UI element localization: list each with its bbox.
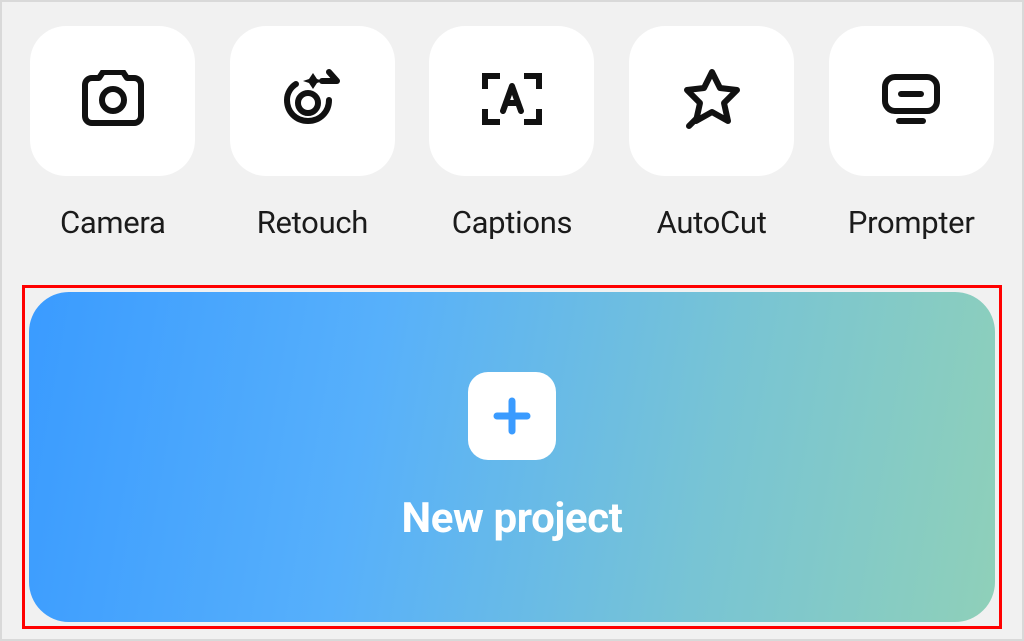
captions-icon <box>479 70 545 132</box>
plus-icon <box>468 372 556 460</box>
tool-captions[interactable]: Captions <box>421 26 603 241</box>
tool-label: Camera <box>60 204 166 241</box>
tool-label: AutoCut <box>657 204 767 241</box>
tool-camera[interactable]: Camera <box>22 26 204 241</box>
prompter-icon <box>879 71 943 131</box>
new-project-button[interactable]: New project <box>29 292 995 622</box>
new-project-label: New project <box>402 494 623 543</box>
tool-tile <box>629 26 794 176</box>
autocut-icon <box>679 66 745 136</box>
camera-icon <box>78 70 148 132</box>
tool-tile <box>230 26 395 176</box>
retouch-icon <box>277 67 347 135</box>
tool-prompter[interactable]: Prompter <box>820 26 1002 241</box>
tool-label: Prompter <box>848 204 975 241</box>
tool-autocut[interactable]: AutoCut <box>621 26 803 241</box>
tool-toolbar: Camera Retouch <box>22 26 1002 241</box>
tool-tile <box>30 26 195 176</box>
new-project-highlight: New project <box>22 285 1002 629</box>
tool-tile <box>429 26 594 176</box>
tool-label: Retouch <box>257 204 368 241</box>
tool-retouch[interactable]: Retouch <box>222 26 404 241</box>
tool-label: Captions <box>452 204 573 241</box>
tool-tile <box>829 26 994 176</box>
